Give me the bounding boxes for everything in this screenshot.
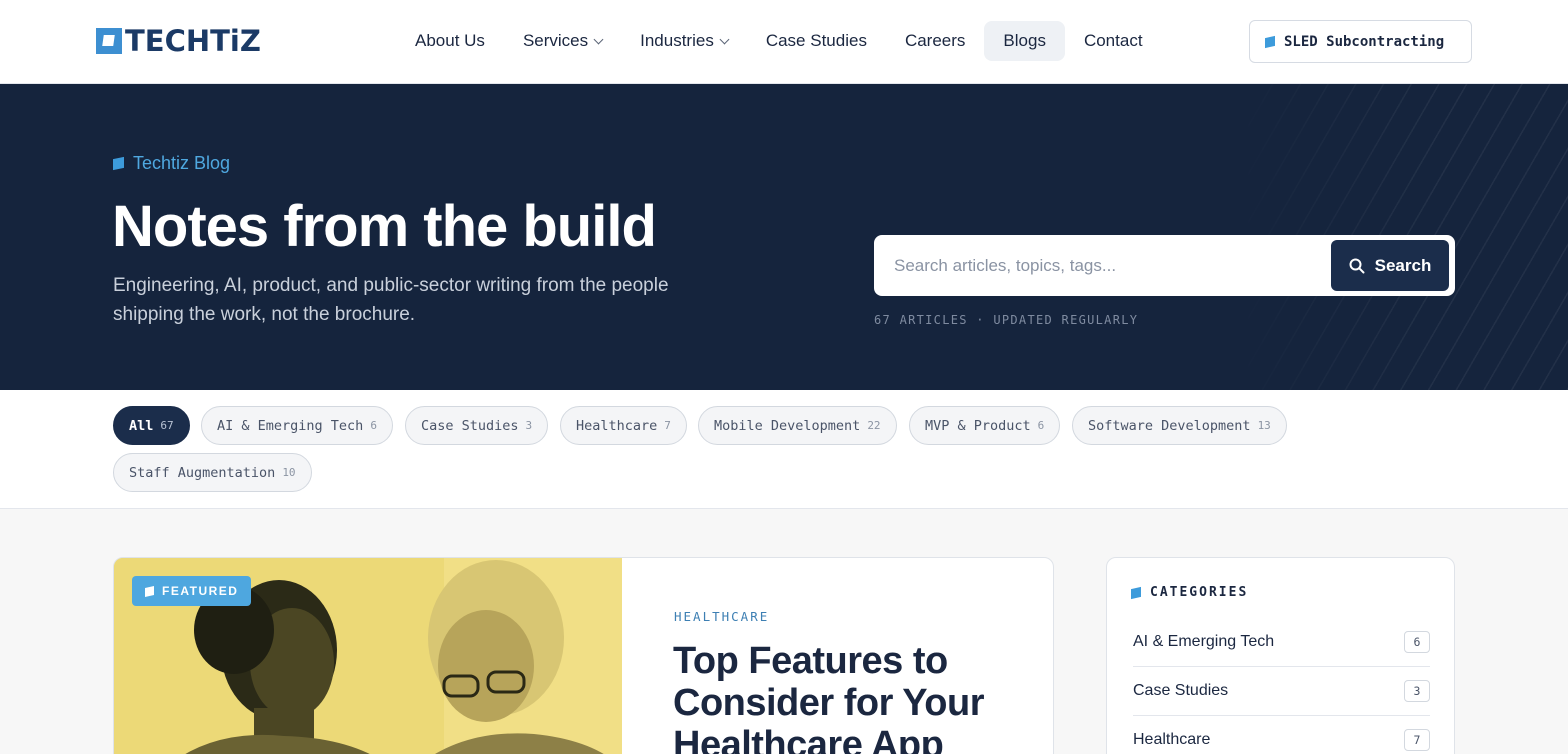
logo-mark-icon: [96, 28, 122, 54]
techtiz-logo[interactable]: TECHTiZ: [96, 24, 261, 58]
nav-blogs[interactable]: Blogs: [984, 21, 1065, 61]
tag-icon: [113, 156, 124, 171]
category-count: 6: [1404, 631, 1430, 653]
logo-text: TECHTiZ: [125, 24, 261, 58]
filter-chip-software-development[interactable]: Software Development 13: [1072, 406, 1287, 445]
chip-count: 6: [370, 419, 377, 432]
filter-chip-ai-emerging-tech[interactable]: AI & Emerging Tech 6: [201, 406, 393, 445]
sidebar-category-ai-emerging-tech[interactable]: AI & Emerging Tech 6: [1133, 618, 1430, 667]
main-nav: About Us Services Industries Case Studie…: [396, 21, 1162, 61]
featured-article-category[interactable]: HEALTHCARE: [674, 609, 769, 624]
featured-badge-label: FEATURED: [162, 584, 239, 598]
category-count: 7: [1404, 729, 1430, 751]
search-button[interactable]: Search: [1331, 240, 1449, 291]
filter-chip-mobile-development[interactable]: Mobile Development 22: [698, 406, 897, 445]
page-title: Notes from the build: [112, 194, 657, 259]
nav-label: Services: [522, 31, 589, 50]
sled-label: SLED Subcontracting: [1284, 33, 1445, 50]
blog-search: Search: [874, 235, 1455, 296]
chip-count: 7: [664, 419, 671, 432]
chip-label: Healthcare: [576, 417, 658, 434]
category-filter-bar: All 67 AI & Emerging Tech 6 Case Studies 3 …: [0, 390, 1568, 509]
nav-label: Blogs: [1003, 31, 1046, 50]
chip-label: Software Development: [1088, 417, 1251, 434]
nav-contact[interactable]: Contact: [1065, 21, 1162, 61]
nav-careers[interactable]: Careers: [886, 21, 984, 61]
category-label: Healthcare: [1133, 731, 1211, 748]
featured-badge: FEATURED: [132, 576, 252, 606]
filter-chip-staff-augmentation[interactable]: Staff Augmentation 10: [113, 453, 312, 492]
tag-icon: [145, 585, 154, 597]
tag-icon: [1265, 35, 1275, 48]
nav-label: Careers: [904, 31, 966, 50]
category-label: Case Studies: [1133, 682, 1229, 699]
chevron-down-icon: [593, 34, 604, 44]
nav-label: Contact: [1083, 31, 1143, 50]
filter-chip-mvp-product[interactable]: MVP & Product 6: [909, 406, 1061, 445]
chip-label: All: [129, 417, 154, 434]
chip-label: MVP & Product: [925, 417, 1031, 434]
search-button-label: Search: [1374, 255, 1432, 275]
featured-article-title[interactable]: Top Features to Consider for Your Health…: [673, 640, 1013, 754]
nav-services[interactable]: Services: [504, 21, 621, 61]
filter-chip-healthcare[interactable]: Healthcare 7: [560, 406, 687, 445]
nav-label: About Us: [415, 31, 485, 50]
chip-label: Staff Augmentation: [129, 464, 276, 481]
category-label: AI & Emerging Tech: [1133, 633, 1275, 650]
chip-count: 13: [1257, 419, 1271, 432]
chip-count: 6: [1037, 419, 1045, 432]
hero-eyebrow: Techtiz Blog: [113, 153, 230, 174]
featured-article-card[interactable]: FEATURED HEALTHCARE Top Features to Cons…: [113, 557, 1054, 754]
chip-count: 10: [282, 466, 296, 479]
categories-heading: CATEGORIES: [1131, 585, 1248, 600]
categories-sidebar: CATEGORIES AI & Emerging Tech 6 Case Stu…: [1106, 557, 1455, 754]
sidebar-category-healthcare[interactable]: Healthcare 7: [1133, 716, 1430, 754]
hero-description: Engineering, AI, product, and public-sec…: [113, 275, 669, 325]
category-count: 3: [1404, 680, 1430, 702]
chip-label: AI & Emerging Tech: [217, 417, 364, 434]
tag-icon: [1131, 586, 1141, 599]
site-header: TECHTiZ About Us Services Industries Cas…: [0, 0, 1568, 84]
chip-count: 3: [525, 419, 533, 432]
chip-label: Mobile Development: [714, 417, 861, 434]
search-input[interactable]: [894, 235, 1324, 296]
nav-industries[interactable]: Industries: [621, 21, 747, 61]
nav-case-studies[interactable]: Case Studies: [747, 21, 886, 61]
sled-subcontracting-button[interactable]: SLED Subcontracting: [1249, 20, 1472, 63]
sidebar-category-case-studies[interactable]: Case Studies 3: [1133, 667, 1430, 716]
search-icon: [1349, 258, 1365, 273]
blog-hero: Techtiz Blog Notes from the build Engine…: [0, 84, 1568, 390]
chip-count: 22: [867, 419, 881, 432]
chip-count: 67: [160, 419, 174, 432]
nav-label: Industries: [640, 31, 714, 50]
chip-label: Case Studies: [421, 417, 519, 434]
filter-chip-case-studies[interactable]: Case Studies 3: [405, 406, 549, 445]
categories-heading-text: CATEGORIES: [1150, 585, 1249, 600]
articles-meta: 67 ARTICLES · UPDATED REGULARLY: [874, 313, 1139, 327]
nav-label: Case Studies: [765, 31, 867, 50]
eyebrow-text: Techtiz Blog: [133, 153, 231, 173]
featured-article-image: FEATURED: [114, 558, 622, 754]
chevron-down-icon: [719, 34, 730, 44]
nav-about-us[interactable]: About Us: [396, 21, 504, 61]
filter-chip-all[interactable]: All 67: [113, 406, 190, 445]
